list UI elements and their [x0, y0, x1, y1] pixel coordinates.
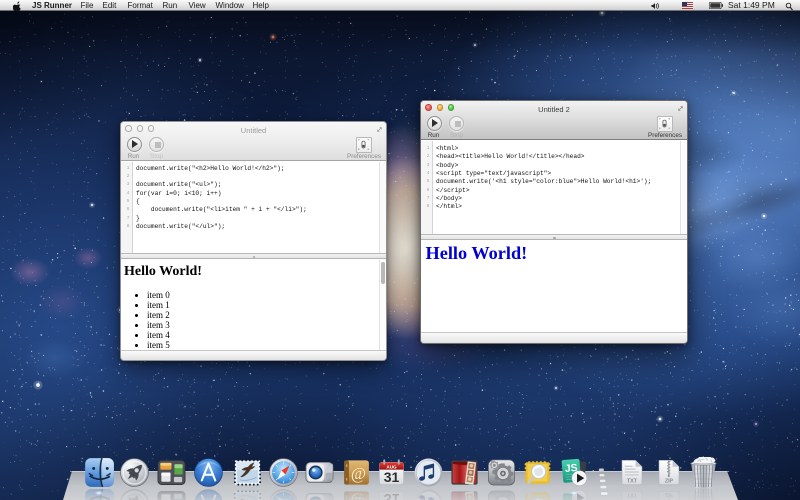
svg-text:@: @ — [350, 464, 365, 483]
svg-text:TXT: TXT — [627, 491, 638, 497]
svg-text:ZIP: ZIP — [664, 491, 673, 497]
svg-text:ZIP: ZIP — [664, 479, 673, 485]
svg-text:31: 31 — [383, 491, 399, 500]
svg-text:@: @ — [350, 493, 365, 500]
svg-text:TXT: TXT — [627, 479, 638, 485]
svg-text:31: 31 — [383, 469, 399, 485]
